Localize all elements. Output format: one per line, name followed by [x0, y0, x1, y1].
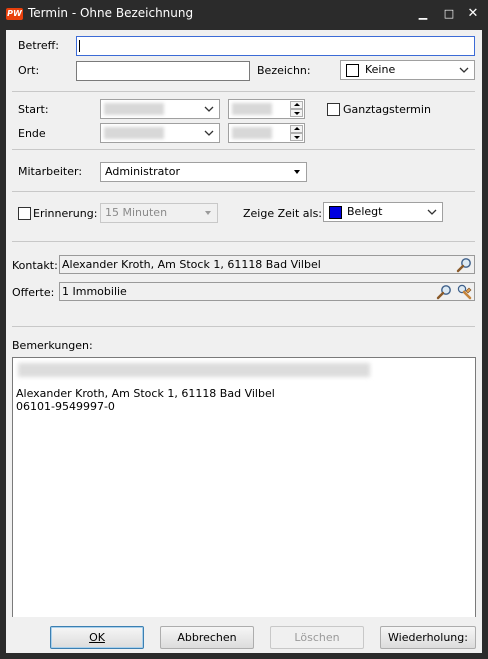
bezeichn-select[interactable]: Keine	[340, 60, 475, 80]
bezeichn-color-swatch	[346, 64, 359, 77]
start-date-value	[104, 103, 164, 115]
search-icon[interactable]	[436, 284, 452, 300]
minimize-icon[interactable]: ▁	[410, 4, 436, 24]
ganztag-checkbox[interactable]	[327, 103, 340, 116]
erinnerung-select[interactable]: 15 Minuten	[100, 203, 218, 223]
ort-label: Ort:	[18, 64, 40, 77]
start-date-select[interactable]	[100, 99, 220, 119]
text-cursor	[79, 40, 80, 52]
redacted-line	[18, 363, 370, 377]
kontakt-value: Alexander Kroth, Am Stock 1, 61118 Bad V…	[62, 258, 321, 271]
start-time-spinner[interactable]	[228, 99, 305, 119]
end-date-value	[104, 127, 164, 139]
chevron-down-icon	[426, 203, 438, 221]
divider	[12, 326, 475, 327]
bezeichn-value: Keine	[365, 63, 396, 76]
window-title: Termin - Ohne Bezeichnung	[28, 6, 194, 20]
zeige-zeit-value: Belegt	[347, 205, 383, 218]
chevron-down-icon	[203, 100, 215, 118]
spin-up-icon[interactable]	[290, 125, 303, 133]
bemerkungen-label: Bemerkungen:	[12, 339, 93, 352]
erinnerung-label: Erinnerung:	[33, 207, 98, 220]
close-icon[interactable]: ✕	[460, 4, 486, 24]
delete-button[interactable]: Löschen	[270, 626, 364, 649]
ort-input[interactable]	[76, 61, 250, 81]
ok-button-label: OK	[89, 631, 105, 644]
zeige-zeit-select[interactable]: Belegt	[323, 202, 443, 222]
start-time-value	[232, 103, 272, 115]
divider	[12, 191, 475, 192]
betreff-label: Betreff:	[18, 39, 59, 52]
zeige-zeit-label: Zeige Zeit als:	[243, 207, 323, 220]
maximize-icon[interactable]: □	[436, 4, 462, 24]
erinnerung-checkbox[interactable]	[18, 207, 31, 220]
cancel-button[interactable]: Abbrechen	[160, 626, 254, 649]
spin-down-icon[interactable]	[290, 109, 303, 117]
end-date-select[interactable]	[100, 123, 220, 143]
end-time-spinner[interactable]	[228, 123, 305, 143]
cancel-button-label: Abbrechen	[177, 631, 237, 644]
ende-label: Ende	[18, 127, 46, 140]
chevron-down-icon	[458, 61, 470, 79]
end-time-spin-buttons[interactable]	[290, 125, 303, 141]
memo-line: 06101-9549997-0	[16, 400, 115, 413]
dialog-body: Betreff: Ort: Bezeichn: Keine Start: Gan…	[6, 30, 482, 653]
bezeichn-label: Bezeichn:	[257, 64, 311, 77]
dropdown-arrow-icon	[205, 211, 211, 215]
betreff-input[interactable]	[76, 36, 475, 56]
button-bar: OK Abbrechen Löschen Wiederholung:	[6, 617, 482, 653]
open-link-icon[interactable]	[456, 284, 472, 300]
kontakt-label: Kontakt:	[12, 259, 58, 272]
offerte-label: Offerte:	[12, 286, 55, 299]
bemerkungen-textarea[interactable]: Alexander Kroth, Am Stock 1, 61118 Bad V…	[12, 357, 476, 653]
mitarbeiter-label: Mitarbeiter:	[18, 165, 83, 178]
chevron-down-icon	[203, 124, 215, 142]
recurrence-button-label: Wiederholung:	[388, 631, 468, 644]
mitarbeiter-value: Administrator	[105, 165, 180, 178]
erinnerung-value: 15 Minuten	[105, 206, 168, 219]
start-time-spin-buttons[interactable]	[290, 101, 303, 117]
mitarbeiter-select[interactable]: Administrator	[100, 162, 307, 182]
app-logo-icon: PW	[6, 8, 23, 20]
memo-line: Alexander Kroth, Am Stock 1, 61118 Bad V…	[16, 387, 275, 400]
offerte-value: 1 Immobilie	[62, 285, 127, 298]
dropdown-arrow-icon	[294, 170, 300, 174]
end-time-value	[232, 127, 272, 139]
kontakt-field[interactable]: Alexander Kroth, Am Stock 1, 61118 Bad V…	[59, 255, 475, 274]
start-label: Start:	[18, 103, 49, 116]
divider	[12, 241, 475, 242]
appointment-window: PW Termin - Ohne Bezeichnung ▁ □ ✕ Betre…	[0, 0, 488, 659]
spin-up-icon[interactable]	[290, 101, 303, 109]
offerte-field[interactable]: 1 Immobilie	[59, 282, 475, 301]
recurrence-button[interactable]: Wiederholung:	[380, 626, 476, 649]
title-bar[interactable]: PW Termin - Ohne Bezeichnung ▁ □ ✕	[0, 0, 488, 30]
search-icon[interactable]	[456, 257, 472, 273]
spin-down-icon[interactable]	[290, 133, 303, 141]
divider	[12, 149, 475, 150]
zeige-zeit-color-swatch	[329, 206, 342, 219]
ok-button[interactable]: OK	[50, 626, 144, 649]
divider	[12, 91, 475, 92]
ganztag-label: Ganztagstermin	[343, 103, 431, 116]
delete-button-label: Löschen	[294, 631, 340, 644]
